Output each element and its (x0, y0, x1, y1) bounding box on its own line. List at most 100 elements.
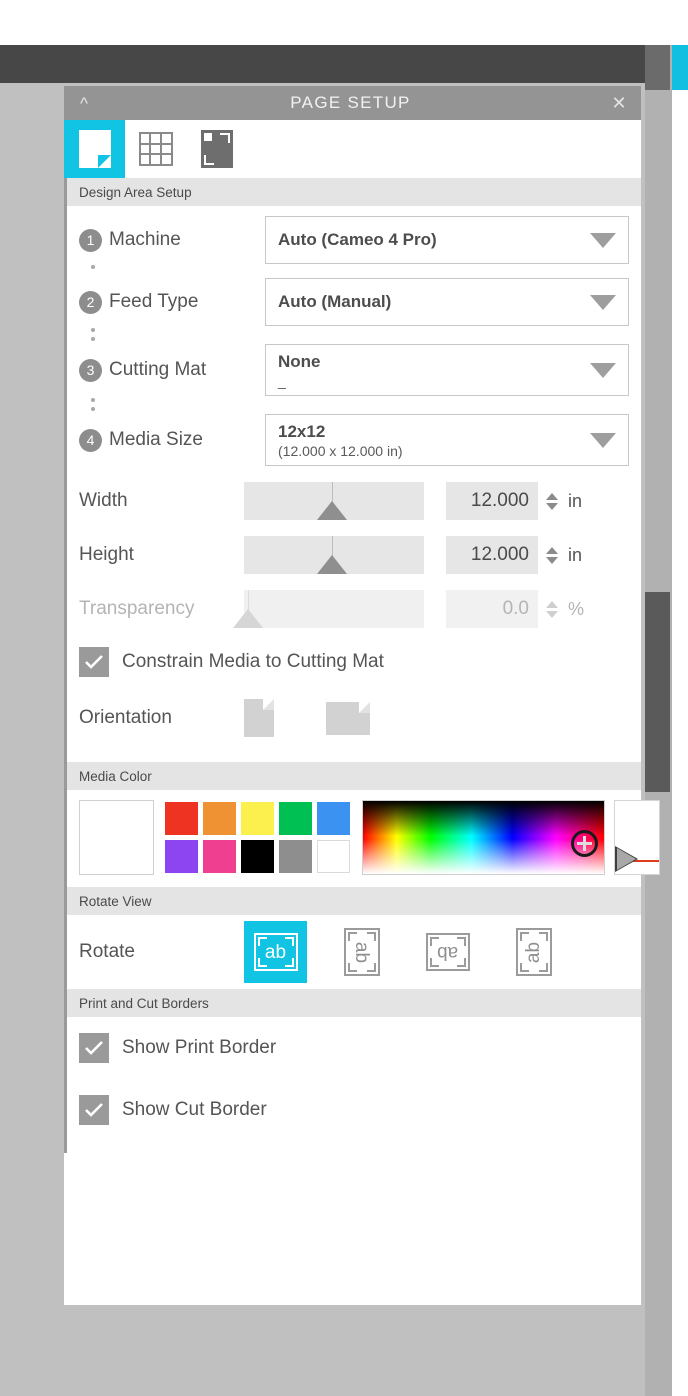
landscape-page-icon[interactable] (326, 701, 370, 735)
check-icon (85, 1041, 103, 1055)
check-icon (85, 1103, 103, 1117)
right-panel-scroll-thumb[interactable] (645, 592, 670, 792)
right-panel-scroll-cap (645, 45, 670, 90)
rotate-270-label: ab (522, 941, 544, 963)
show-cut-border-label: Show Cut Border (122, 1099, 267, 1120)
rotate-180-button[interactable]: ab (416, 921, 479, 983)
section-body-design-area: 1 Machine Auto (Cameo 4 Pro) 2 Feed Type… (64, 206, 641, 762)
page-tab[interactable] (64, 120, 125, 178)
swatch-gray[interactable] (279, 840, 312, 873)
feed-type-dropdown[interactable]: Auto (Manual) (265, 278, 629, 326)
height-input[interactable]: 12.000 (446, 536, 538, 574)
show-print-border-checkbox[interactable] (79, 1033, 109, 1063)
constrain-media-checkbox[interactable] (79, 647, 109, 677)
slider-row-transparency: Transparency 0.0 % (67, 582, 641, 636)
swatch-white[interactable] (317, 840, 350, 873)
check-icon (85, 655, 103, 669)
transparency-slider[interactable] (233, 590, 424, 628)
swatch-black[interactable] (241, 840, 274, 873)
swatch-orange[interactable] (203, 802, 236, 835)
show-print-border-label: Show Print Border (122, 1037, 277, 1058)
machine-dropdown[interactable]: Auto (Cameo 4 Pro) (265, 216, 629, 264)
show-cut-border-row[interactable]: Show Cut Border (67, 1079, 641, 1141)
machine-value: Auto (Cameo 4 Pro) (278, 230, 437, 249)
step-badge-1: 1 (79, 228, 102, 252)
cutting-mat-value: None (278, 351, 321, 371)
media-size-value: 12x12 (278, 421, 326, 441)
media-color-palette (165, 802, 350, 873)
current-media-color-swatch[interactable] (79, 800, 154, 875)
label-cutting-mat: Cutting Mat (109, 359, 207, 380)
step-badge-4: 4 (79, 428, 102, 452)
chevron-down-icon (590, 294, 616, 310)
transparency-input[interactable]: 0.0 (446, 590, 538, 628)
label-transparency: Transparency (79, 598, 195, 619)
rotate-0-button[interactable]: ab (244, 921, 307, 983)
label-media-size: Media Size (109, 429, 203, 450)
show-cut-border-checkbox[interactable] (79, 1095, 109, 1125)
rotate-180-label: ab (436, 941, 459, 963)
app-top-toolbar (0, 45, 645, 83)
section-body-media-color (64, 790, 660, 887)
cutting-mat-dropdown[interactable]: None _ (265, 344, 629, 396)
portrait-page-icon[interactable] (244, 699, 274, 737)
right-panel-icon-column[interactable] (670, 90, 688, 1396)
swatch-yellow[interactable] (241, 802, 274, 835)
label-rotate: Rotate (79, 941, 135, 962)
app-screen: ^ PAGE SETUP ✕ Design Area Setup 1 Machi… (0, 0, 688, 1396)
cutting-mat-subvalue: _ (278, 372, 286, 389)
section-body-rotate-view: Rotate ab ab ab ab (64, 915, 641, 989)
transparency-unit: % (568, 598, 585, 619)
grid-tab[interactable] (125, 120, 186, 178)
field-row-feed-type: 2 Feed Type Auto (Manual) (67, 278, 641, 326)
chevron-down-icon (590, 232, 616, 248)
swatch-blue[interactable] (317, 802, 350, 835)
transparency-stepper[interactable] (543, 600, 561, 618)
chevron-down-icon (590, 362, 616, 378)
media-size-dimensions: (12.000 x 12.000 in) (278, 442, 403, 459)
swatch-red[interactable] (165, 802, 198, 835)
grid-icon (138, 132, 173, 166)
media-size-dropdown[interactable]: 12x12 (12.000 x 12.000 in) (265, 414, 629, 466)
height-unit: in (568, 544, 583, 565)
page-title: PAGE SETUP (290, 93, 411, 112)
label-orientation: Orientation (79, 707, 172, 728)
chevron-up-icon[interactable]: ^ (64, 86, 104, 120)
constrain-media-row[interactable]: Constrain Media to Cutting Mat (67, 636, 641, 688)
label-height: Height (79, 544, 134, 565)
right-panel-accent-tab[interactable] (672, 45, 688, 90)
section-header-borders: Print and Cut Borders (64, 989, 641, 1017)
step-badge-2: 2 (79, 290, 102, 314)
panel-tab-row (64, 120, 641, 178)
width-input[interactable]: 12.000 (446, 482, 538, 520)
rotate-90-button[interactable]: ab (330, 921, 393, 983)
rotate-90-label: ab (350, 941, 372, 963)
page-setup-panel: ^ PAGE SETUP ✕ Design Area Setup 1 Machi… (64, 86, 660, 1305)
width-stepper[interactable] (543, 492, 561, 510)
page-icon (78, 130, 111, 168)
close-icon[interactable]: ✕ (597, 86, 641, 120)
width-unit: in (568, 490, 583, 511)
color-gradient-picker[interactable] (362, 800, 605, 875)
swatch-purple[interactable] (165, 840, 198, 873)
field-row-media-size: 4 Media Size 12x12 (12.000 x 12.000 in) (67, 414, 641, 466)
show-print-border-row[interactable]: Show Print Border (67, 1017, 641, 1079)
orientation-row: Orientation (67, 688, 641, 748)
label-feed-type: Feed Type (109, 291, 199, 312)
section-body-borders: Show Print Border Show Cut Border (64, 1017, 641, 1153)
alpha-slider[interactable] (614, 800, 660, 875)
section-header-rotate-view: Rotate View (64, 887, 641, 915)
height-stepper[interactable] (543, 546, 561, 564)
section-header-design-area: Design Area Setup (64, 178, 641, 206)
numbered-field-rows: 1 Machine Auto (Cameo 4 Pro) 2 Feed Type… (67, 206, 641, 474)
chevron-down-icon (590, 432, 616, 448)
constrain-media-label: Constrain Media to Cutting Mat (122, 651, 384, 672)
field-row-machine: 1 Machine Auto (Cameo 4 Pro) (67, 216, 641, 264)
swatch-green[interactable] (279, 802, 312, 835)
height-slider[interactable] (244, 536, 424, 574)
registration-marks-tab[interactable] (186, 120, 247, 178)
width-slider[interactable] (244, 482, 424, 520)
swatch-pink[interactable] (203, 840, 236, 873)
rotate-270-button[interactable]: ab (502, 921, 565, 983)
feed-type-value: Auto (Manual) (278, 292, 392, 311)
